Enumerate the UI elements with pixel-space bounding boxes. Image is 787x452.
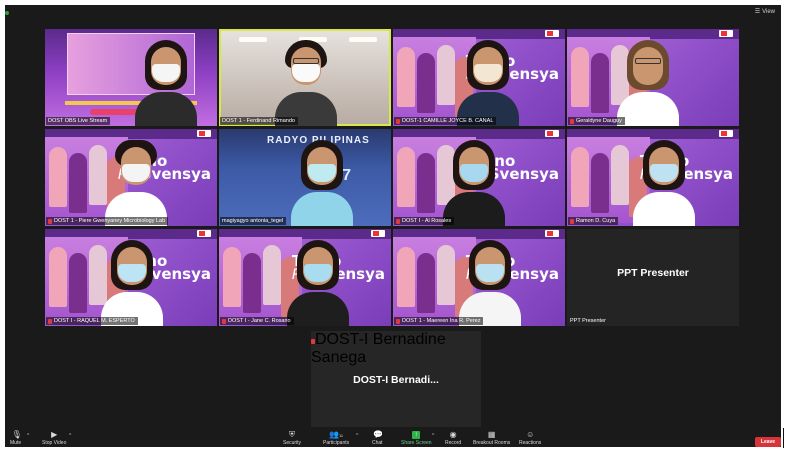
video-tile[interactable]: TeknoPreSvensya DOST-1 CAMILLE JOYCE B. … — [393, 29, 565, 126]
share-screen-button[interactable]: ↑ Share Screen — [401, 431, 432, 446]
leave-button[interactable]: Leave — [755, 437, 781, 447]
participant-name-label: DOST I - RAQUEL M. ESPERTO — [46, 317, 138, 325]
participant-name-label: DOST I - Al Rosales — [394, 217, 455, 225]
participant-video — [453, 38, 523, 126]
video-tile[interactable]: TeknoPreSvensya Ramon D. Cuya — [567, 129, 739, 226]
microphone-icon: 🎙 — [11, 430, 22, 439]
mic-muted-icon — [396, 118, 400, 124]
mic-muted-icon — [48, 218, 52, 224]
participant-video — [131, 38, 201, 126]
breakout-rooms-icon: ▦ — [487, 430, 496, 439]
mute-button[interactable]: 🎙 Mute — [10, 430, 22, 447]
video-tile[interactable]: TeknoPreSvensya DOST 1 - Piere Gwenyaney… — [45, 129, 217, 226]
rp-logo — [197, 230, 211, 237]
video-tile-active-speaker[interactable]: DOST 1 - Ferdinand Rimando — [219, 29, 391, 126]
mic-muted-icon — [570, 118, 574, 124]
rp-logo — [719, 130, 733, 137]
participant-name-label: DOST OBS Live Stream — [46, 117, 111, 125]
participants-icon: 👥11 — [329, 430, 344, 439]
rp-logo — [719, 30, 733, 37]
mic-muted-icon — [222, 318, 226, 324]
emoji-plus-icon: ☺ — [526, 430, 535, 439]
participant-name-label: DOST 1 - Piere Gwenyaney Microbiology La… — [46, 217, 169, 225]
participant-video — [287, 138, 357, 226]
video-tile[interactable]: TeknoPreSvensya DOST I - Al Rosales — [393, 129, 565, 226]
video-tile[interactable]: Geraldyne Dauguy — [567, 29, 739, 126]
mic-muted-icon — [48, 318, 52, 324]
participant-name-label: DOST I - Jane C. Rosario — [220, 317, 294, 325]
rp-logo — [197, 130, 211, 137]
breakout-rooms-button[interactable]: ▦ Breakout Rooms — [473, 430, 510, 447]
participant-name-label: PPT Presenter — [570, 318, 606, 324]
participant-name-label: DOST-I Bernadine Sanega — [311, 331, 446, 366]
zoom-meeting-window: ☰ View DOST OBS Live Stream DOST 1 - Fer… — [5, 5, 781, 447]
participant-name-label: Ramon D. Cuya — [568, 217, 619, 225]
shield-icon: ⛨ — [289, 430, 296, 439]
participant-video — [613, 38, 683, 126]
video-tile[interactable]: RADYO PILIPINAS 97 magiyagyo antonia_teg… — [219, 129, 391, 226]
video-tile-ppt-presenter[interactable]: PPT Presenter PPT Presenter — [567, 229, 739, 326]
chat-button[interactable]: 💬 Chat — [372, 430, 384, 447]
participant-display-name: DOST-I Bernadi... — [353, 374, 439, 386]
participant-video — [439, 138, 509, 226]
participant-video — [271, 38, 341, 126]
mic-muted-icon — [570, 218, 574, 224]
participants-button[interactable]: 👥11 Participants — [323, 430, 349, 447]
participant-name-label: DOST-1 CAMILLE JOYCE B. CANAL — [394, 117, 497, 125]
participant-name-label: magiyagyo antonia_tegel — [220, 217, 287, 225]
security-button[interactable]: ⛨ Security — [283, 430, 301, 447]
grid-view-icon: ☰ — [754, 9, 761, 15]
participant-video — [97, 238, 167, 326]
participant-name-label: Geraldyne Dauguy — [568, 117, 625, 125]
chevron-up-icon[interactable]: ^ — [432, 433, 434, 439]
record-button[interactable]: ◉ Record — [445, 430, 461, 447]
video-camera-icon: ▶ — [51, 430, 58, 439]
rp-logo — [545, 30, 559, 37]
window-edge — [783, 428, 784, 448]
rp-logo — [545, 130, 559, 137]
participant-video — [455, 238, 525, 326]
video-tile[interactable]: TeknoPreSvensya DOST I - Jane C. Rosario — [219, 229, 391, 326]
participant-video — [283, 238, 353, 326]
participant-name-label: DOST 1 - Ferdinand Rimando — [220, 117, 298, 125]
meeting-toolbar: 🎙 Mute ^ ▶ Stop Video ^ ⛨ Security 👥11 P… — [5, 427, 781, 447]
view-button[interactable]: ☰ View — [754, 8, 775, 16]
participant-name-label: DOST 1 - Maereen Ina R. Perez — [394, 317, 484, 325]
participant-video — [629, 138, 699, 226]
participant-display-name: PPT Presenter — [617, 267, 689, 279]
video-tile-no-video[interactable]: DOST-I Bernadi... DOST-I Bernadine Saneg… — [311, 331, 481, 428]
video-tile[interactable]: TeknoPreSvensya DOST I - RAQUEL M. ESPER… — [45, 229, 217, 326]
mic-muted-icon — [396, 318, 400, 324]
chevron-up-icon[interactable]: ^ — [69, 433, 71, 439]
stop-video-button[interactable]: ▶ Stop Video — [42, 430, 66, 447]
rp-logo — [545, 230, 559, 237]
chat-bubble-icon: 💬 — [373, 430, 384, 439]
reactions-button[interactable]: ☺ Reactions — [519, 430, 541, 447]
video-tile[interactable]: TeknoPreSvensya DOST 1 - Maereen Ina R. … — [393, 229, 565, 326]
chevron-up-icon[interactable]: ^ — [27, 433, 29, 439]
mic-muted-icon — [396, 218, 400, 224]
rp-logo — [371, 230, 385, 237]
participant-video — [101, 138, 171, 226]
connection-status-icon — [5, 11, 9, 15]
record-icon: ◉ — [449, 430, 457, 439]
chevron-up-icon[interactable]: ^ — [356, 433, 358, 439]
share-arrow-icon: ↑ — [412, 431, 421, 439]
video-tile[interactable]: DOST OBS Live Stream — [45, 29, 217, 126]
